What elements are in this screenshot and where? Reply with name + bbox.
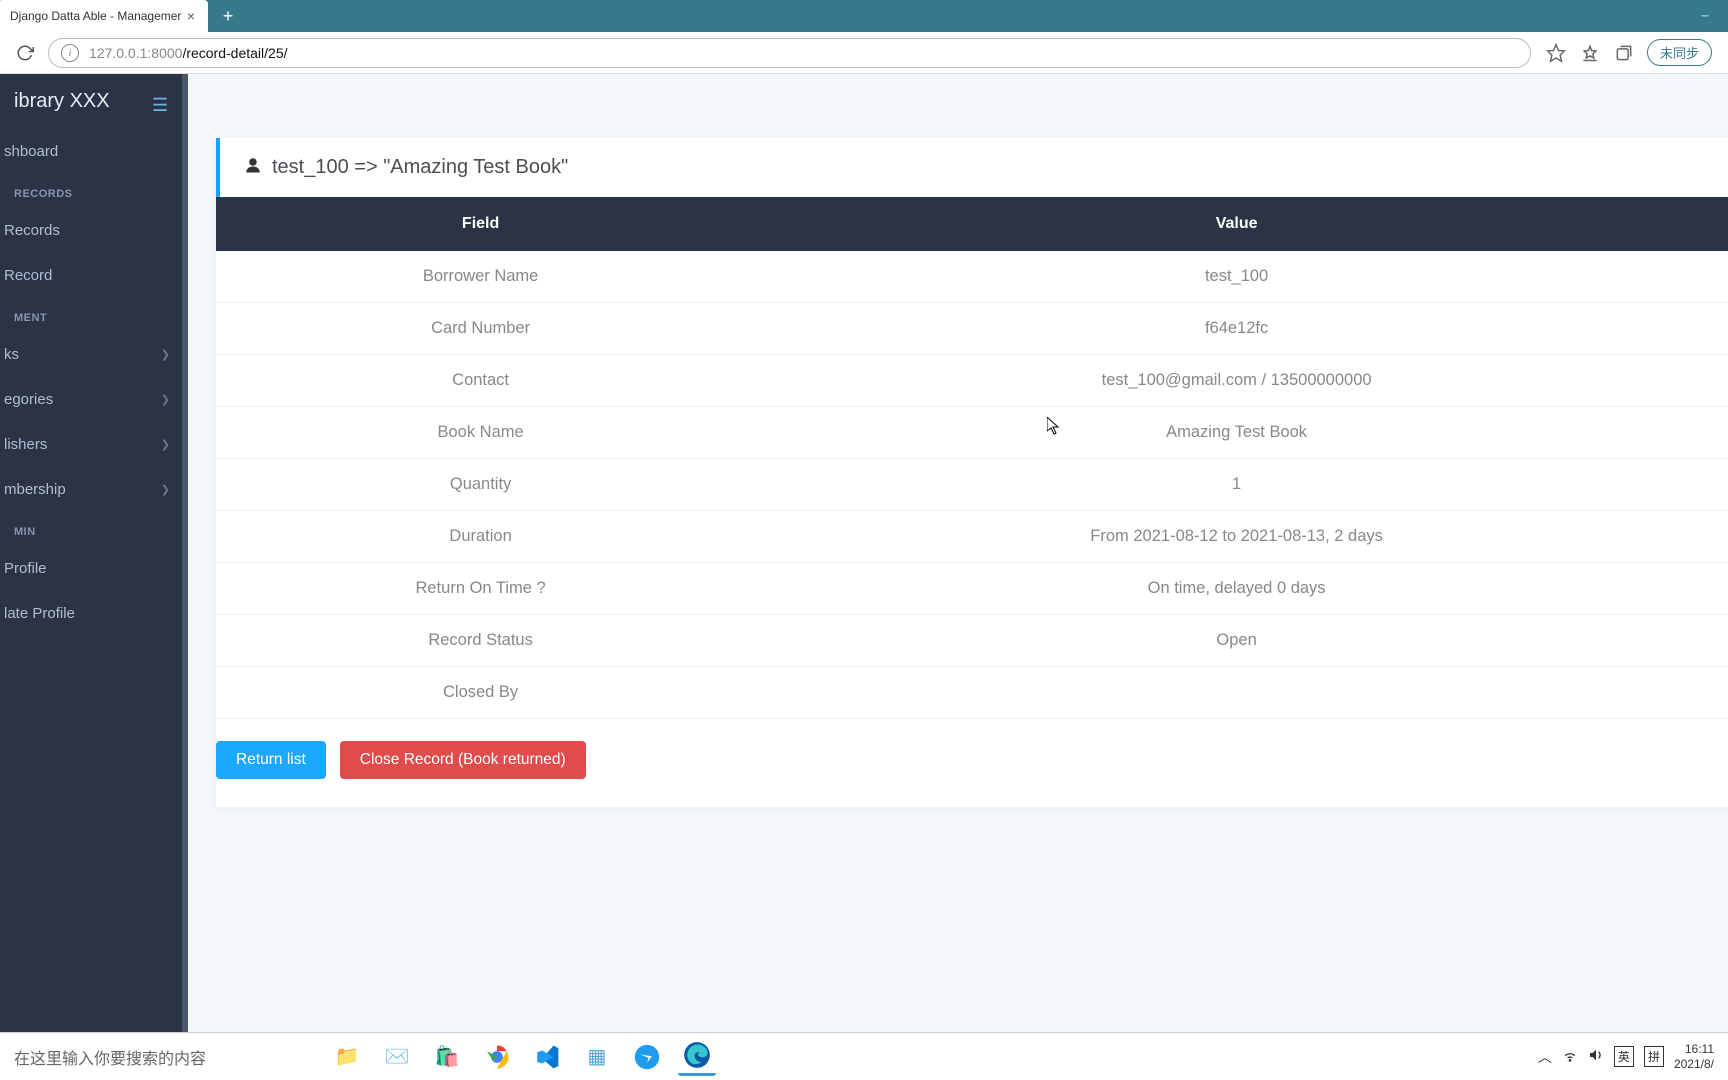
new-tab-button[interactable]: + (214, 2, 242, 30)
dingtalk-icon[interactable] (628, 1038, 666, 1076)
sidebar-item-membership[interactable]: mbership❯ (0, 467, 188, 512)
table-row: Card Numberf64e12fc (216, 303, 1728, 355)
taskbar: 在这里输入你要搜索的内容 📁 ✉️ 🛍️ ▦ ︿ 英 拼 16:11 2021/… (0, 1032, 1728, 1080)
file-explorer-icon[interactable]: 📁 (328, 1038, 366, 1076)
chevron-right-icon: ❯ (161, 438, 170, 451)
sidebar-item-categories[interactable]: egories❯ (0, 377, 188, 422)
clock-time: 16:11 (1674, 1042, 1714, 1056)
brand: ibrary XXX ☰ (0, 74, 188, 129)
system-tray: ︿ 英 拼 16:11 2021/8/ (1538, 1042, 1728, 1071)
table-body: Borrower Nametest_100 Card Numberf64e12f… (216, 251, 1728, 719)
sidebar-header-records: RECORDS (0, 174, 188, 208)
sidebar-item-publishers[interactable]: lishers❯ (0, 422, 188, 467)
sidebar-item-dashboard[interactable]: shboard (0, 129, 188, 174)
chevron-right-icon: ❯ (161, 393, 170, 406)
table-row: Book NameAmazing Test Book (216, 407, 1728, 459)
taskbar-search[interactable]: 在这里输入你要搜索的内容 (0, 1033, 320, 1080)
record-card: test_100 => "Amazing Test Book" Field Va… (216, 138, 1728, 807)
chrome-icon[interactable] (478, 1038, 516, 1076)
sidebar-scrollbar[interactable] (182, 74, 188, 1032)
edge-icon[interactable] (678, 1038, 716, 1076)
close-icon[interactable]: × (184, 9, 198, 23)
clock-date: 2021/8/ (1674, 1057, 1714, 1071)
store-icon[interactable]: 🛍️ (428, 1038, 466, 1076)
table-head-value: Value (745, 197, 1728, 251)
window-minimize-button[interactable]: ─ (1682, 0, 1728, 32)
table-row: Contacttest_100@gmail.com / 13500000000 (216, 355, 1728, 407)
url-port: :8000 (147, 45, 182, 61)
table-row: Borrower Nametest_100 (216, 251, 1728, 303)
chevron-right-icon: ❯ (161, 483, 170, 496)
table-row: Closed By (216, 667, 1728, 719)
browser-titlebar: Django Datta Able - Managemer × + ─ (0, 0, 1728, 32)
table-row: DurationFrom 2021-08-12 to 2021-08-13, 2… (216, 511, 1728, 563)
card-header: test_100 => "Amazing Test Book" (216, 138, 1728, 197)
sync-button[interactable]: 未同步 (1647, 39, 1712, 66)
sidebar-header-admin: MIN (0, 512, 188, 546)
table-row: Quantity1 (216, 459, 1728, 511)
table-row: Record StatusOpen (216, 615, 1728, 667)
sidebar-item-profile[interactable]: Profile (0, 546, 188, 591)
brand-text: ibrary XXX (14, 90, 110, 113)
url-host: 127.0.0.1 (89, 45, 147, 61)
browser-tab[interactable]: Django Datta Able - Managemer × (0, 0, 208, 32)
star-icon[interactable] (1545, 42, 1567, 64)
window-controls: ─ (1682, 0, 1728, 32)
app-content: ibrary XXX ☰ shboard RECORDS Records Rec… (0, 74, 1728, 1032)
table-head-field: Field (216, 197, 745, 251)
wifi-icon[interactable] (1562, 1047, 1578, 1066)
sidebar-item-update-profile[interactable]: late Profile (0, 591, 188, 636)
mail-icon[interactable]: ✉️ (378, 1038, 416, 1076)
sidebar-item-record[interactable]: Record (0, 253, 188, 298)
url-path: /record-detail/25/ (182, 45, 287, 61)
menu-toggle-icon[interactable]: ☰ (152, 95, 174, 109)
main-content: test_100 => "Amazing Test Book" Field Va… (188, 74, 1728, 1032)
chevron-right-icon: ❯ (161, 348, 170, 361)
tab-title: Django Datta Able - Managemer (10, 9, 184, 23)
collections-icon[interactable] (1613, 42, 1635, 64)
person-icon (244, 156, 262, 179)
favorites-icon[interactable] (1579, 42, 1601, 64)
record-table: Field Value Borrower Nametest_100 Card N… (216, 197, 1728, 719)
sidebar-header-management: MENT (0, 298, 188, 332)
browser-toolbar: i 127.0.0.1:8000/record-detail/25/ 未同步 (0, 32, 1728, 74)
sound-icon[interactable] (1588, 1047, 1604, 1066)
url-bar[interactable]: i 127.0.0.1:8000/record-detail/25/ (48, 38, 1531, 68)
info-icon[interactable]: i (61, 44, 79, 62)
ime-mode[interactable]: 拼 (1644, 1046, 1664, 1067)
sidebar: ibrary XXX ☰ shboard RECORDS Records Rec… (0, 74, 188, 1032)
return-list-button[interactable]: Return list (216, 741, 326, 779)
vscode-icon[interactable] (528, 1038, 566, 1076)
tray-chevron-icon[interactable]: ︿ (1538, 1047, 1552, 1067)
reload-button[interactable] (8, 36, 42, 70)
sidebar-item-records[interactable]: Records (0, 208, 188, 253)
actions-row: Return list Close Record (Book returned) (216, 719, 1728, 779)
table-row: Return On Time ?On time, delayed 0 days (216, 563, 1728, 615)
card-title: test_100 => "Amazing Test Book" (272, 156, 568, 179)
clock[interactable]: 16:11 2021/8/ (1674, 1042, 1714, 1071)
ime-lang[interactable]: 英 (1614, 1046, 1634, 1067)
close-record-button[interactable]: Close Record (Book returned) (340, 741, 586, 779)
reload-icon (16, 44, 34, 62)
app-icon[interactable]: ▦ (578, 1038, 616, 1076)
sidebar-item-books[interactable]: ks❯ (0, 332, 188, 377)
taskbar-apps: 📁 ✉️ 🛍️ ▦ (328, 1038, 716, 1076)
